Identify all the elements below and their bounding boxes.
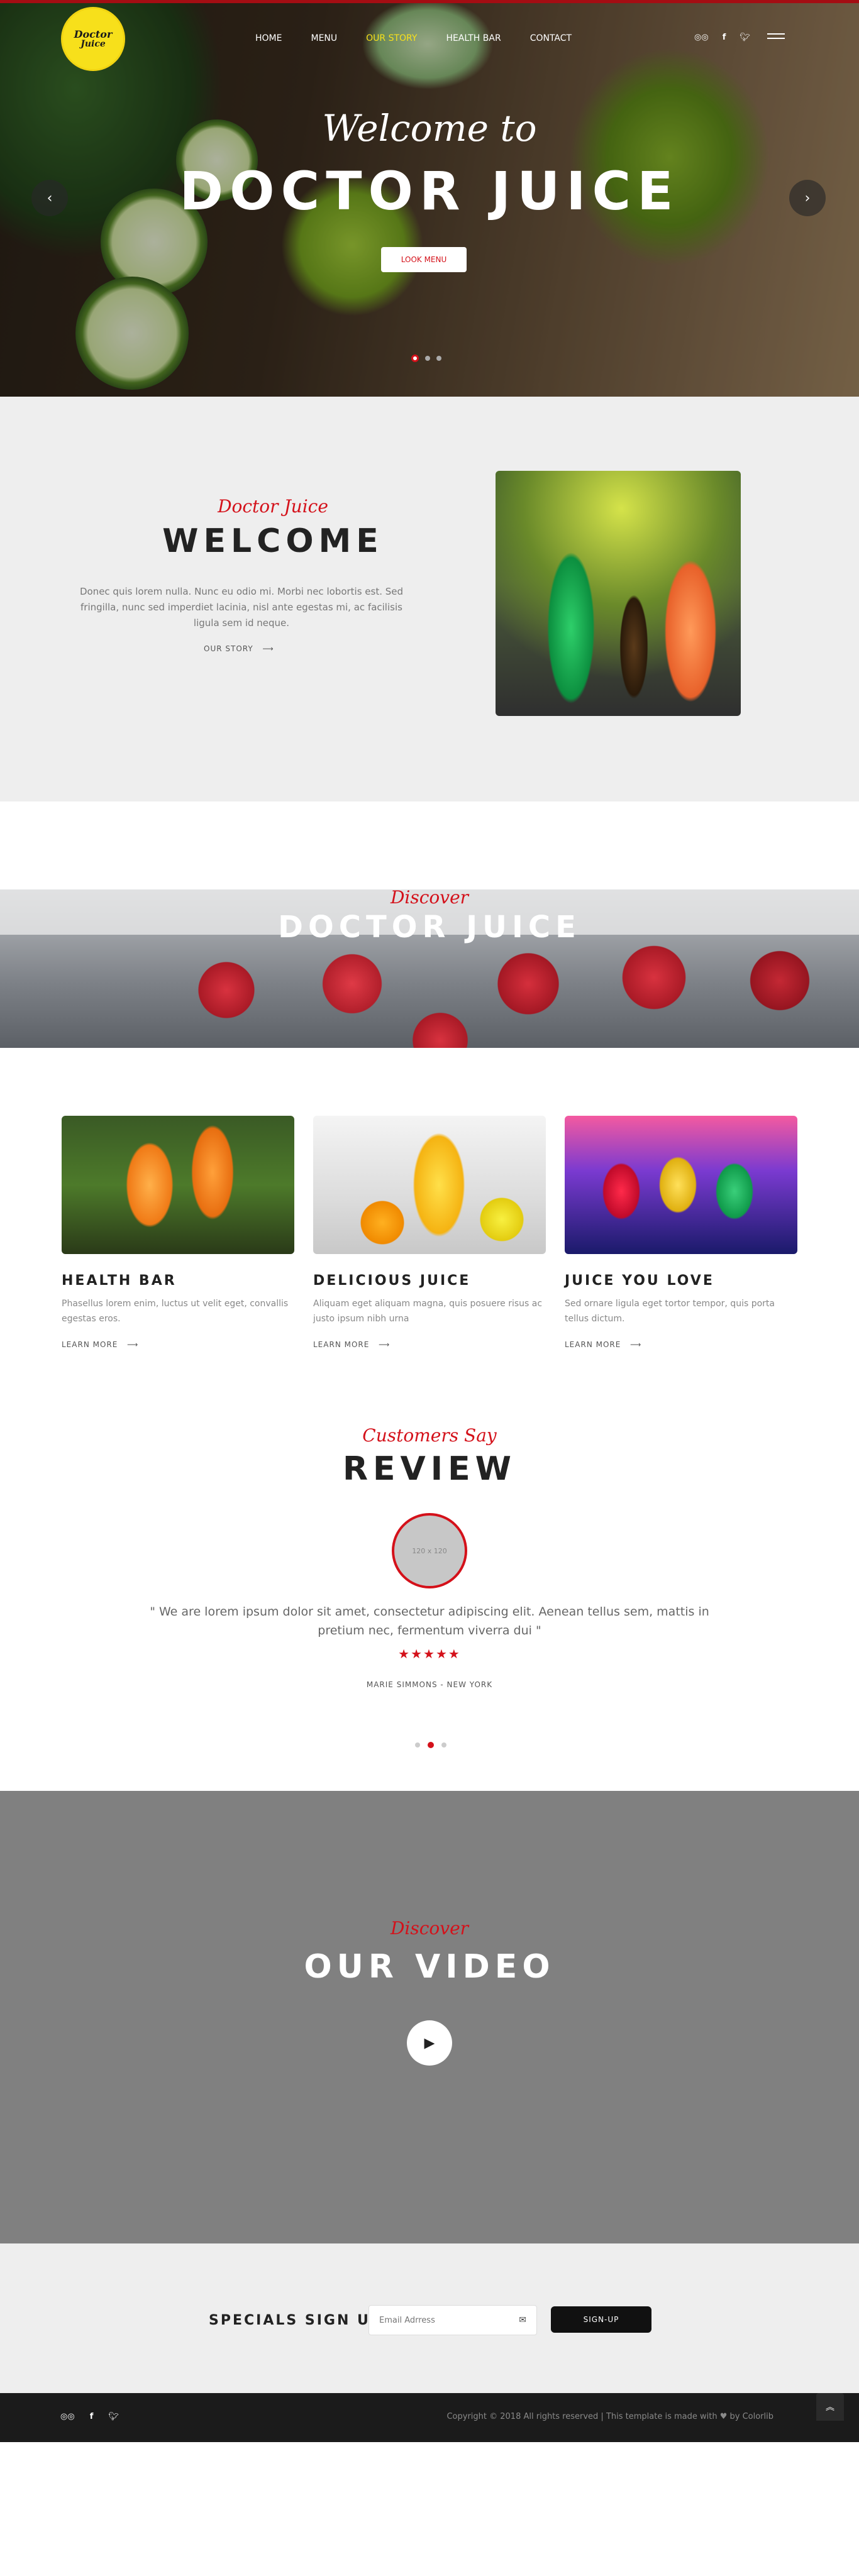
colorlib-link[interactable]: Colorlib (743, 2412, 773, 2421)
discover-subtitle: Discover (390, 889, 469, 908)
video-subtitle: Discover (390, 1918, 469, 1939)
twitter-icon[interactable]: 🐦︎ (740, 33, 750, 42)
site-logo[interactable]: Doctor Juice (63, 9, 123, 69)
video-title: OUR VIDEO (304, 1948, 555, 1986)
hamburger-menu-icon[interactable] (767, 33, 785, 42)
card-text: Aliquam eget aliquam magna, quis posuere… (313, 1299, 543, 1324)
tripadvisor-icon[interactable]: ◎◎ (60, 2412, 75, 2421)
arrow-right-icon: ⟶ (127, 1340, 139, 1349)
learn-more-label: LEARN MORE (62, 1340, 118, 1349)
slide-dot[interactable] (441, 1742, 446, 1748)
our-story-link[interactable]: OUR STORY ⟶ (204, 644, 274, 653)
card-title: JUICE YOU LOVE (565, 1273, 714, 1289)
signup-section: SPECIALS SIGN UP ✉ SIGN-UP (0, 2243, 859, 2393)
main-nav: HOME MENU OUR STORY HEALTH BAR CONTACT (255, 33, 572, 43)
feature-card: HEALTH BAR Phasellus lorem enim, luctus … (62, 1116, 294, 1349)
feature-card: DELICIOUS JUICE Aliquam eget aliquam mag… (313, 1116, 546, 1349)
footer: ◎◎ f 🐦︎ Copyright © 2018 All rights rese… (0, 2393, 859, 2442)
features-section: HEALTH BAR Phasellus lorem enim, luctus … (0, 1048, 859, 1425)
sign-up-button[interactable]: SIGN-UP (551, 2306, 651, 2333)
review-title: REVIEW (342, 1450, 517, 1488)
video-section: Discover OUR VIDEO ▶ (0, 1791, 859, 2243)
discover-title: DOCTOR JUICE (278, 910, 581, 945)
logo-line-1: Doctor (74, 28, 113, 40)
review-author: MARIE SIMMONS - NEW YORK (366, 1680, 493, 1689)
email-input[interactable] (379, 2315, 519, 2325)
nav-item-health-bar[interactable]: HEALTH BAR (446, 33, 501, 43)
double-chevron-up-icon[interactable]: ︽ (816, 2393, 844, 2421)
card-title: DELICIOUS JUICE (313, 1273, 471, 1289)
learn-more-label: LEARN MORE (565, 1340, 621, 1349)
hero-title-main: DOCTOR JUICE (179, 160, 680, 222)
play-icon[interactable]: ▶ (407, 2020, 452, 2066)
delicious-juice-image[interactable] (313, 1116, 546, 1254)
welcome-text: Donec quis lorem nulla. Nunc eu odio mi.… (79, 586, 404, 629)
slide-dot[interactable] (425, 356, 430, 361)
card-text: Phasellus lorem enim, luctus ut velit eg… (62, 1299, 289, 1324)
nav-item-home[interactable]: HOME (255, 33, 282, 43)
email-field[interactable]: ✉ (369, 2305, 537, 2335)
copyright-label: Copyright © 2018 All rights reserved | T… (446, 2412, 743, 2421)
welcome-title: WELCOME (162, 522, 384, 560)
chevron-left-icon[interactable]: ‹ (31, 180, 68, 216)
learn-more-label: LEARN MORE (313, 1340, 370, 1349)
facebook-icon[interactable]: f (723, 33, 726, 42)
envelope-icon: ✉ (519, 2315, 526, 2325)
look-menu-button[interactable]: LOOK MENU (381, 247, 467, 272)
feature-card: JUICE YOU LOVE Sed ornare ligula eget to… (565, 1116, 797, 1349)
juice-you-love-image[interactable] (565, 1116, 797, 1254)
our-story-link-label: OUR STORY (204, 644, 253, 653)
hero-title-script: Welcome to (322, 107, 537, 150)
facebook-icon[interactable]: f (90, 2412, 94, 2421)
health-bar-image[interactable] (62, 1116, 294, 1254)
card-text: Sed ornare ligula eget tortor tempor, qu… (565, 1299, 775, 1324)
slide-dot-active[interactable] (428, 1742, 434, 1748)
nav-item-menu[interactable]: MENU (311, 33, 337, 43)
chevron-right-icon[interactable]: › (789, 180, 826, 216)
header-social-links: ◎◎ f 🐦︎ (694, 33, 750, 42)
welcome-section: Doctor Juice WELCOME Donec quis lorem nu… (0, 397, 859, 801)
review-quote: " We are lorem ipsum dolor sit amet, con… (150, 1605, 709, 1638)
footer-social-links: ◎◎ f 🐦︎ (60, 2412, 119, 2421)
welcome-drinks-image (496, 471, 741, 716)
copyright-text: Copyright © 2018 All rights reserved | T… (446, 2412, 773, 2421)
tripadvisor-icon[interactable]: ◎◎ (694, 33, 709, 42)
avatar: 120 x 120 (392, 1513, 467, 1588)
arrow-right-icon: ⟶ (630, 1340, 642, 1349)
review-subtitle: Customers Say (362, 1425, 497, 1446)
hero-slide-dots (411, 355, 441, 362)
avatar-placeholder-text: 120 x 120 (412, 1546, 447, 1555)
star-rating: ★★★★★ (398, 1646, 461, 1661)
twitter-icon[interactable]: 🐦︎ (108, 2412, 119, 2421)
slide-dot[interactable] (415, 1742, 420, 1748)
logo-line-2: Juice (80, 39, 106, 49)
learn-more-link[interactable]: LEARN MORE ⟶ (62, 1340, 294, 1349)
signup-label: SPECIALS SIGN UP (209, 2313, 383, 2328)
arrow-right-icon: ⟶ (379, 1340, 391, 1349)
card-title: HEALTH BAR (62, 1273, 177, 1289)
nav-item-contact[interactable]: CONTACT (530, 33, 572, 43)
nav-item-our-story[interactable]: OUR STORY (366, 33, 417, 43)
welcome-subtitle: Doctor Juice (218, 496, 328, 517)
hero-slider: Doctor Juice HOME MENU OUR STORY HEALTH … (0, 0, 859, 397)
discover-banner: Discover DOCTOR JUICE (0, 889, 859, 1048)
learn-more-link[interactable]: LEARN MORE ⟶ (565, 1340, 797, 1349)
review-section: Customers Say REVIEW 120 x 120 " We are … (0, 1425, 859, 1791)
slide-dot[interactable] (436, 356, 441, 361)
arrow-right-icon: ⟶ (262, 644, 274, 653)
review-slide-dots (415, 1742, 446, 1748)
slide-dot-active[interactable] (411, 355, 419, 362)
learn-more-link[interactable]: LEARN MORE ⟶ (313, 1340, 546, 1349)
